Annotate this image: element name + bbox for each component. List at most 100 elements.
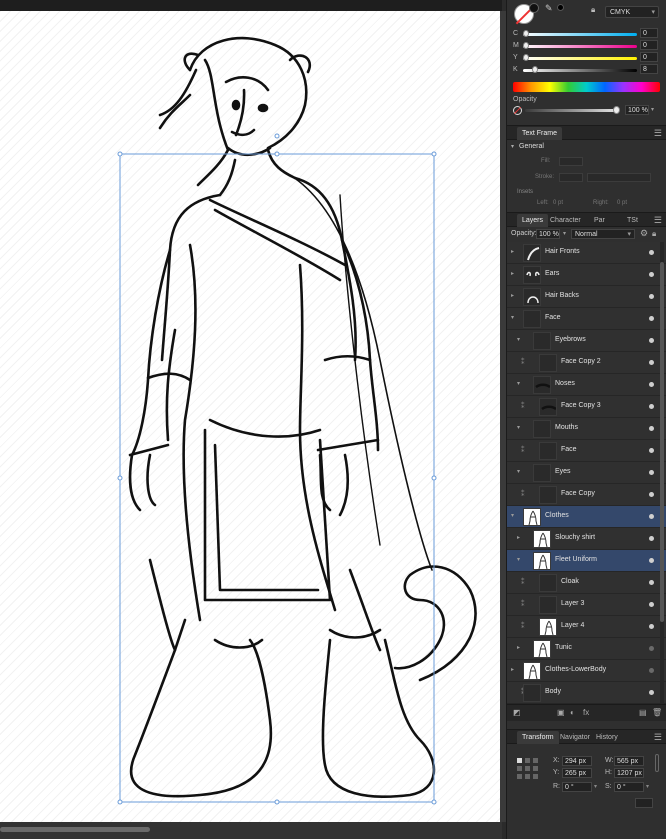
layer-row[interactable]: ▾ Noses	[507, 374, 666, 396]
visibility-dot-icon[interactable]	[649, 580, 654, 585]
layer-row[interactable]: ⁑ Face	[507, 440, 666, 462]
opacity-value-field[interactable]: 100 %	[625, 105, 649, 115]
color-spectrum[interactable]	[513, 82, 660, 92]
layer-opacity-field[interactable]: 100 %	[536, 229, 560, 239]
lock-icon[interactable]: 🔒︎	[652, 229, 656, 239]
layer-row[interactable]: ▸ Hair Fronts	[507, 242, 666, 264]
channel-value-field[interactable]: 0	[640, 28, 658, 38]
visibility-dot-icon[interactable]	[649, 360, 654, 365]
stroke-field[interactable]	[559, 173, 583, 182]
layer-row[interactable]: ▾ Face	[507, 308, 666, 330]
transform-value[interactable]: 265 px	[562, 768, 592, 778]
channel-value-field[interactable]: 0	[640, 40, 658, 50]
transform-value[interactable]: 294 px	[562, 756, 592, 766]
no-color-icon[interactable]	[513, 106, 522, 115]
channel-slider-knob[interactable]	[523, 42, 529, 49]
tab-layers[interactable]: Layers	[517, 214, 549, 227]
layer-row[interactable]: ⁑Body	[507, 682, 666, 704]
channel-slider[interactable]	[523, 33, 637, 36]
chevron-down-icon[interactable]: ▾	[517, 556, 520, 563]
tab-text-styles[interactable]: TSt	[622, 214, 643, 227]
opacity-slider-knob[interactable]	[613, 106, 620, 114]
left-inset-value[interactable]: 0 pt	[553, 200, 563, 206]
opacity-slider[interactable]	[525, 109, 615, 112]
visibility-dot-icon[interactable]	[649, 558, 654, 563]
layer-row[interactable]: ▸ Tunic	[507, 638, 666, 660]
visibility-dot-icon[interactable]	[649, 602, 654, 607]
visibility-dot-icon[interactable]	[649, 294, 654, 299]
channel-value-field[interactable]: 0	[640, 52, 658, 62]
transform-value[interactable]: 0 °	[562, 782, 592, 792]
lock-icon[interactable]: 🔒︎	[591, 5, 595, 15]
layer-row[interactable]: ▾ Fleet Uniform	[507, 550, 666, 572]
chevron-down-icon[interactable]: ▾	[517, 468, 520, 475]
layer-row[interactable]: ⁑ Face Copy	[507, 484, 666, 506]
visibility-dot-icon[interactable]	[649, 646, 654, 651]
transform-mode-button[interactable]	[635, 798, 653, 808]
add-layer-icon[interactable]: ▤	[639, 708, 647, 717]
visibility-dot-icon[interactable]	[649, 448, 654, 453]
adjustment-icon[interactable]: ◐	[570, 708, 575, 717]
chevron-down-icon[interactable]: ▾	[511, 314, 514, 321]
stroke-width-field[interactable]	[587, 173, 651, 182]
visibility-dot-icon[interactable]	[649, 514, 654, 519]
tab-navigator[interactable]: Navigator	[555, 731, 595, 744]
general-section-header[interactable]: ▾ General	[507, 140, 666, 154]
fx-icon[interactable]: fx	[583, 708, 589, 717]
right-inset-value[interactable]: 0 pt	[617, 200, 627, 206]
visibility-dot-icon[interactable]	[649, 250, 654, 255]
anchor-point-grid[interactable]	[517, 758, 539, 780]
visibility-dot-icon[interactable]	[649, 668, 654, 673]
channel-slider-knob[interactable]	[523, 30, 529, 37]
color-picker-icon[interactable]: ✎	[545, 3, 557, 13]
chevron-right-icon[interactable]: ▸	[511, 248, 514, 255]
chevron-down-icon[interactable]: ▾	[651, 106, 654, 113]
chevron-down-icon[interactable]: ▾	[563, 230, 566, 237]
transform-value[interactable]: 565 px	[614, 756, 644, 766]
layer-row[interactable]: ▸ Slouchy shirt	[507, 528, 666, 550]
visibility-dot-icon[interactable]	[649, 536, 654, 541]
channel-slider-knob[interactable]	[523, 54, 529, 61]
layer-row[interactable]: ▾ Mouths	[507, 418, 666, 440]
visibility-dot-icon[interactable]	[649, 690, 654, 695]
chevron-right-icon[interactable]: ▸	[511, 270, 514, 277]
layer-row[interactable]: ⁑ Face Copy 3	[507, 396, 666, 418]
channel-value-field[interactable]: 8	[640, 64, 658, 74]
tab-history[interactable]: History	[591, 731, 623, 744]
layer-row[interactable]: ⁑ Face Copy 2	[507, 352, 666, 374]
channel-slider[interactable]	[523, 57, 637, 60]
canvas-area[interactable]	[0, 0, 506, 839]
tab-text-frame[interactable]: Text Frame	[517, 127, 563, 140]
chevron-down-icon[interactable]: ▾	[517, 380, 520, 387]
chevron-right-icon[interactable]: ▸	[511, 292, 514, 299]
layer-row[interactable]: ⁑ Cloak	[507, 572, 666, 594]
chevron-right-icon[interactable]: ▸	[517, 644, 520, 651]
gear-icon[interactable]: ⚙	[640, 228, 648, 239]
chevron-down-icon[interactable]: ▾	[511, 512, 514, 519]
visibility-dot-icon[interactable]	[649, 316, 654, 321]
visibility-dot-icon[interactable]	[649, 404, 654, 409]
panel-menu-icon[interactable]: ☰	[654, 128, 662, 138]
scroll-thumb[interactable]	[660, 262, 664, 622]
layer-row[interactable]: ▸ Hair Backs	[507, 286, 666, 308]
visibility-dot-icon[interactable]	[649, 426, 654, 431]
channel-slider[interactable]	[523, 45, 637, 48]
chevron-right-icon[interactable]: ▸	[511, 666, 514, 673]
channel-slider[interactable]	[523, 69, 637, 72]
constrain-proportions-icon[interactable]	[655, 754, 659, 772]
tab-character[interactable]: Character	[545, 214, 586, 227]
fill-field[interactable]	[559, 157, 583, 166]
chevron-down-icon[interactable]: ▾	[517, 424, 520, 431]
canvas-horizontal-scrollbar[interactable]	[0, 822, 502, 839]
layer-list-scrollbar[interactable]	[660, 242, 664, 704]
channel-slider-knob[interactable]	[531, 66, 538, 73]
layer-row[interactable]: ▾ Clothes	[507, 506, 666, 528]
panel-menu-icon[interactable]: ☰	[654, 732, 662, 742]
blend-mode-select[interactable]: Normal ▾	[571, 229, 635, 239]
trash-icon[interactable]: 🗑︎	[652, 708, 662, 717]
mask-icon[interactable]: ▣	[557, 708, 565, 717]
visibility-dot-icon[interactable]	[649, 338, 654, 343]
transform-value[interactable]: 0 °	[614, 782, 644, 792]
visibility-dot-icon[interactable]	[649, 382, 654, 387]
layer-row[interactable]: ▸ Clothes-LowerBody	[507, 660, 666, 682]
